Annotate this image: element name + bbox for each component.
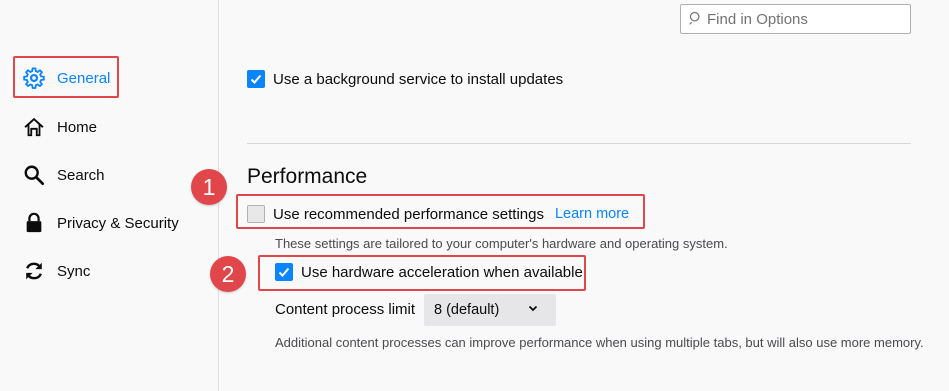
content-process-value: 8 (default)	[434, 302, 500, 318]
background-service-checkbox[interactable]	[247, 70, 265, 88]
highlight-general	[13, 56, 119, 98]
background-service-label[interactable]: Use a background service to install upda…	[273, 71, 563, 88]
sidebar-item-label: Search	[57, 166, 105, 184]
search-icon	[23, 164, 45, 186]
sidebar-item-privacy[interactable]: Privacy & Security	[23, 208, 179, 238]
chevron-down-icon	[527, 302, 539, 318]
content-process-select[interactable]: 8 (default)	[424, 294, 556, 326]
search-icon	[689, 11, 703, 28]
search-input[interactable]	[707, 10, 897, 28]
sidebar-item-label: Home	[57, 118, 98, 136]
content-process-description: Additional content processes can improve…	[275, 335, 924, 350]
sidebar-item-sync[interactable]: Sync	[23, 256, 90, 286]
home-icon	[23, 116, 45, 138]
search-box[interactable]	[680, 4, 911, 34]
highlight-recommended	[236, 194, 645, 229]
annotation-badge-1: 1	[191, 169, 227, 205]
annotation-badge-2: 2	[210, 256, 246, 292]
background-service-row: Use a background service to install upda…	[247, 70, 563, 88]
tailored-description: These settings are tailored to your comp…	[275, 236, 728, 251]
sidebar: General Home Search Privacy & Security S…	[0, 0, 219, 391]
sidebar-item-label: Privacy & Security	[57, 214, 179, 232]
sidebar-item-home[interactable]: Home	[23, 112, 97, 142]
highlight-hardware	[258, 255, 586, 291]
section-divider	[247, 143, 911, 144]
sync-icon	[23, 260, 45, 282]
sidebar-item-search[interactable]: Search	[23, 160, 105, 190]
sidebar-item-label: Sync	[57, 262, 91, 280]
performance-heading: Performance	[247, 165, 368, 188]
lock-icon	[23, 212, 45, 234]
content-process-label: Content process limit	[275, 301, 416, 318]
